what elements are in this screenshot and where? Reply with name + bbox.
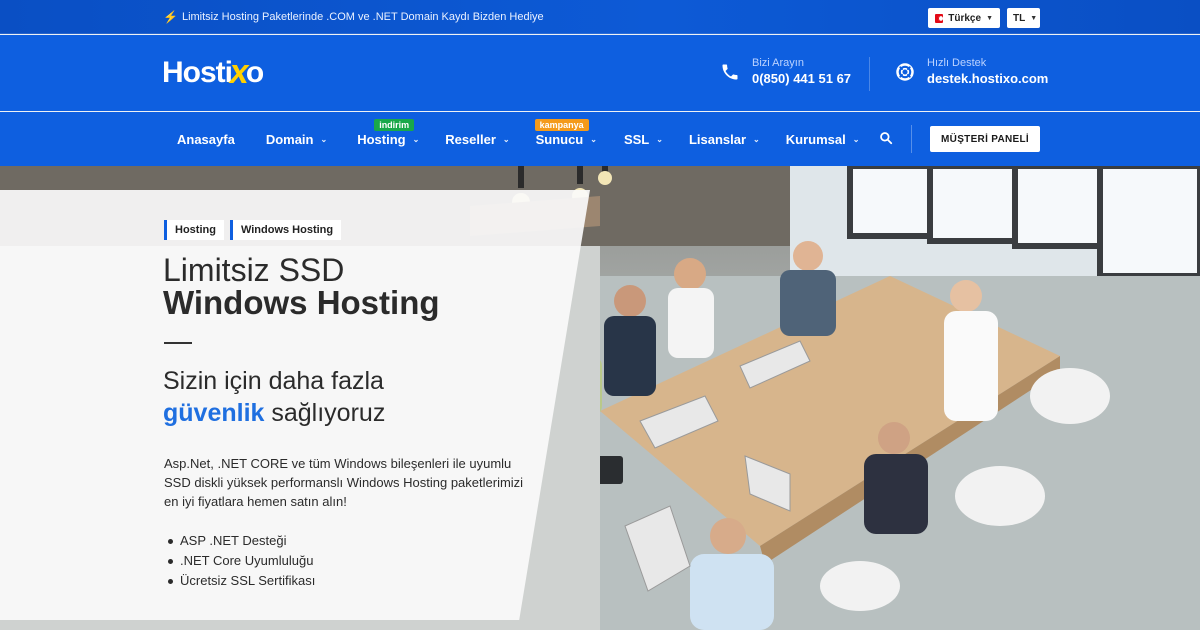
discount-badge: indirim [374,119,415,131]
support-label: Hızlı Destek [927,57,987,69]
nav-item-domain[interactable]: Domain ⌄ [266,112,327,166]
nav-label: Lisanslar [688,131,747,147]
nav-label: SSL [623,131,650,147]
promo-text: Limitsiz Hosting Paketlerinde .COM ve .N… [181,11,544,23]
support-contact[interactable]: Hızlı Destek destek.hostixo.com [895,57,1048,86]
lightning-icon: ⚡ [163,10,178,24]
bullet-icon [168,578,173,584]
currency-select[interactable]: TL ▼ [1007,8,1040,28]
language-select[interactable]: Türkçe ▼ [928,8,1000,28]
list-item: ASP .NET Desteği [168,531,315,551]
header-divider [869,57,870,91]
breadcrumb: Hosting Windows Hosting [164,220,342,240]
feature-text: Ücretsiz SSL Sertifikası [180,573,316,588]
logo[interactable]: Hosti x o [162,53,264,92]
turkey-flag-icon [935,13,944,23]
bullet-icon [168,538,173,544]
nav-item-reseller[interactable]: Reseller ⌄ [445,112,509,166]
search-icon[interactable] [879,131,895,147]
subtitle-rest: sağlıyoruz [271,399,386,427]
chevron-down-icon: ⌄ [320,134,328,144]
chevron-down-icon: ⌄ [852,134,860,144]
nav-item-kurumsal[interactable]: Kurumsal ⌄ [786,112,860,166]
phone-number: 0(850) 441 51 67 [752,71,852,86]
title-divider [164,342,192,344]
caret-down-icon: ▼ [1030,14,1038,22]
list-item: .NET Core Uyumluluğu [168,551,315,571]
nav-label: Anasayfa [177,131,235,147]
nav-item-sunucu[interactable]: kampanya Sunucu ⌄ [534,112,597,166]
campaign-badge: kampanya [534,119,589,131]
nav-label: Domain [265,131,314,147]
bullet-icon [168,558,173,564]
feature-list: ASP .NET Desteği .NET Core Uyumluluğu Üc… [168,531,315,591]
logo-text: Hosti [162,55,233,89]
nav-item-lisanslar[interactable]: Lisanslar ⌄ [689,112,760,166]
feature-text: .NET Core Uyumluluğu [180,553,314,568]
chevron-down-icon: ⌄ [590,134,597,144]
currency-label: TL [1013,12,1026,24]
nav-label: Sunucu [535,131,584,147]
nav-item-hosting[interactable]: indirim Hosting ⌄ [357,112,419,166]
chevron-down-icon: ⌄ [412,134,420,144]
breadcrumb-windows-hosting[interactable]: Windows Hosting [229,220,342,240]
chevron-down-icon: ⌄ [753,134,760,144]
nav-item-ssl[interactable]: SSL ⌄ [624,112,663,166]
main-nav: Anasayfa Domain ⌄ indirim Hosting ⌄ Rese… [0,112,1200,166]
customer-panel-button[interactable]: MÜŞTERİ PANELİ [930,126,1040,152]
nav-label: Reseller [445,131,496,147]
hero-title-bold: Windows Hosting [163,284,440,321]
feature-text: ASP .NET Desteği [180,533,287,548]
nav-label: Hosting [357,131,406,147]
nav-label: Kurumsal [785,131,846,147]
hero-description: Asp.Net, .NET CORE ve tüm Windows bileşe… [164,456,524,509]
chevron-down-icon: ⌄ [502,134,510,144]
nav-item-anasayfa[interactable]: Anasayfa [177,112,235,166]
support-email: destek.hostixo.com [927,71,1049,86]
breadcrumb-hosting[interactable]: Hosting [164,220,224,240]
phone-label: Bizi Arayın [752,57,804,69]
header: Hosti x o Bizi Arayın 0(850) 441 51 67 Hız… [0,35,1200,111]
nav-divider [911,125,912,153]
top-bar: ⚡ Limitsiz Hosting Paketlerinde .COM ve … [0,0,1200,34]
subtitle-accent: güvenlik [163,399,265,427]
phone-contact[interactable]: Bizi Arayın 0(850) 441 51 67 [720,57,851,86]
caret-down-icon: ▼ [986,14,993,22]
hero-subtitle-line2: güvenlik sağlıyoruz [163,399,385,428]
promo-banner[interactable]: ⚡ Limitsiz Hosting Paketlerinde .COM ve … [163,0,544,34]
list-item: Ücretsiz SSL Sertifikası [168,571,315,591]
chevron-down-icon: ⌄ [656,134,663,144]
phone-icon [720,62,740,82]
lifebuoy-icon [895,62,915,82]
hero-subtitle-line1: Sizin için daha fazla [163,367,384,395]
language-label: Türkçe [948,12,982,24]
